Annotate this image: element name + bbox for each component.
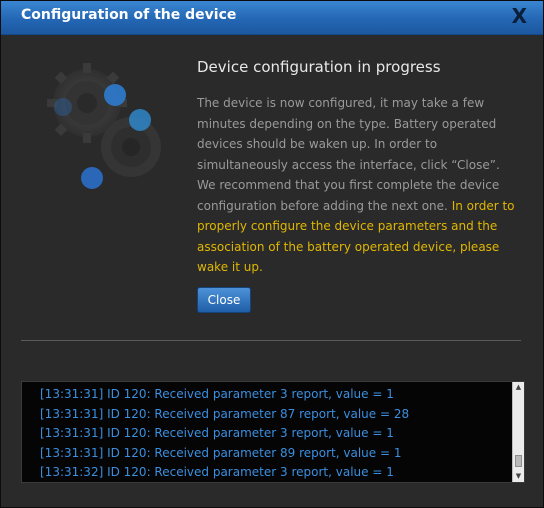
- close-icon[interactable]: X: [512, 4, 527, 28]
- log-lines: [13:31:31] ID 120: Received parameter 3 …: [40, 385, 410, 482]
- log-line: [13:31:31] ID 120: Received parameter 89…: [40, 445, 402, 460]
- scroll-up-icon[interactable]: ▲: [513, 382, 524, 393]
- dialog-heading: Device configuration in progress: [197, 58, 441, 76]
- log-line: [13:31:32] ID 120: Received parameter 3 …: [40, 465, 394, 479]
- log-line: [13:31:31] ID 120: Received parameter 3 …: [40, 387, 394, 401]
- scroll-thumb[interactable]: [515, 455, 522, 467]
- dialog-titlebar: Configuration of the device X: [1, 1, 543, 35]
- divider: [21, 340, 521, 341]
- close-button[interactable]: Close: [197, 287, 251, 313]
- gears-icon: [47, 63, 161, 189]
- log-panel[interactable]: [13:31:31] ID 120: Received parameter 3 …: [21, 381, 525, 483]
- description-text: The device is now configured, it may tak…: [197, 96, 500, 213]
- scroll-down-icon[interactable]: ▼: [513, 471, 524, 482]
- log-line: [13:31:31] ID 120: Received parameter 3 …: [40, 426, 394, 440]
- dialog-description: The device is now configured, it may tak…: [197, 93, 515, 278]
- log-line: [13:31:31] ID 120: Received parameter 87…: [40, 406, 410, 421]
- log-scrollbar[interactable]: ▲ ▼: [512, 382, 524, 482]
- dialog-title: Configuration of the device: [21, 7, 237, 23]
- configuration-dialog: Configuration of the device X Device con…: [0, 0, 544, 508]
